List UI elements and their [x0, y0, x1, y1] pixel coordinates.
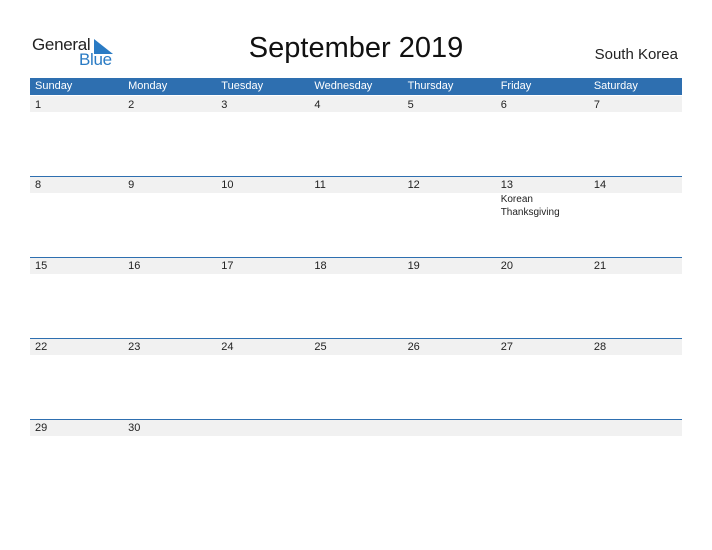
day-number: 2 [128, 99, 135, 111]
day-number: 24 [221, 341, 234, 353]
day-number: 3 [221, 99, 228, 111]
day-cell: 25 [309, 338, 402, 419]
day-number: 22 [35, 341, 48, 353]
country-label: South Korea [594, 46, 678, 63]
day-cell: 11 [309, 176, 402, 257]
week-row: 29 30 [30, 419, 682, 500]
day-cell: 30 [123, 419, 216, 500]
week-row: 22 23 24 25 26 27 28 [30, 338, 682, 419]
week-row: 8 9 10 11 12 13 Korean Thanksgiving 14 [30, 176, 682, 257]
weekday-tuesday: Tuesday [221, 80, 264, 92]
week-row: 15 16 17 18 19 20 21 [30, 257, 682, 338]
day-number: 21 [593, 260, 607, 272]
day-cell: 13 Korean Thanksgiving [496, 176, 589, 257]
day-cell [403, 419, 496, 500]
day-number: 9 [128, 179, 135, 191]
weekday-wednesday: Wednesday [314, 80, 373, 92]
day-cell: 1 [30, 96, 123, 177]
day-cell: 23 [123, 338, 216, 419]
weekday-thursday: Thursday [407, 80, 454, 92]
day-number: 20 [500, 260, 513, 272]
day-number: 29 [35, 422, 48, 434]
day-cell: 15 [30, 257, 123, 338]
day-cell: 26 [403, 338, 496, 419]
weekday-header: Sunday Monday Tuesday Wednesday Thursday… [30, 78, 682, 95]
day-number: 28 [593, 341, 607, 353]
weekday-friday: Friday [500, 80, 532, 92]
day-cell: 18 [309, 257, 402, 338]
day-number: 12 [407, 179, 420, 191]
day-number: 26 [407, 341, 420, 353]
day-number: 23 [128, 341, 141, 353]
day-cell: 9 [123, 176, 216, 257]
day-cell: 5 [403, 96, 496, 177]
weekday-saturday: Saturday [593, 80, 638, 92]
day-cell: 12 [403, 176, 496, 257]
week-row: 1 2 3 4 5 6 7 [30, 96, 682, 177]
day-number: 16 [128, 260, 141, 272]
day-number: 5 [407, 99, 414, 111]
day-number: 30 [128, 422, 141, 434]
day-number: 7 [593, 99, 600, 111]
day-number: 25 [314, 341, 327, 353]
day-number: 19 [407, 260, 420, 272]
day-cell: 17 [216, 257, 309, 338]
day-cell: 14 [589, 176, 682, 257]
day-number: 6 [500, 99, 507, 111]
day-number: 27 [500, 341, 513, 353]
weekday-sunday: Sunday [35, 80, 73, 92]
day-cell: 29 [30, 419, 123, 500]
day-cell: 20 [496, 257, 589, 338]
weekday-monday: Monday [128, 80, 168, 92]
day-cell: 8 [30, 176, 123, 257]
day-number: 17 [221, 260, 234, 272]
day-number: 1 [35, 99, 42, 111]
day-cell: 24 [216, 338, 309, 419]
day-cell [216, 419, 309, 500]
day-cell: 16 [123, 257, 216, 338]
day-cell: 22 [30, 338, 123, 419]
day-number: 4 [314, 99, 321, 111]
day-cell: 27 [496, 338, 589, 419]
day-cell: 2 [123, 96, 216, 177]
day-number: 10 [221, 179, 234, 191]
day-cell [496, 419, 589, 500]
day-number: 8 [35, 179, 42, 191]
day-number: 15 [35, 260, 48, 272]
day-cell: 4 [309, 96, 402, 177]
day-number: 11 [314, 179, 326, 191]
day-cell: 19 [403, 257, 496, 338]
day-number: 13 [500, 179, 513, 191]
day-number: 18 [314, 260, 327, 272]
day-cell [309, 419, 402, 500]
day-cell: 6 [496, 96, 589, 177]
day-cell [589, 419, 682, 500]
holiday-event: Korean Thanksgiving [500, 194, 560, 218]
day-cell: 21 [589, 257, 682, 338]
day-number: 14 [593, 179, 607, 191]
day-cell: 28 [589, 338, 682, 419]
day-cell: 3 [216, 96, 309, 177]
day-cell: 7 [589, 96, 682, 177]
day-cell: 10 [216, 176, 309, 257]
